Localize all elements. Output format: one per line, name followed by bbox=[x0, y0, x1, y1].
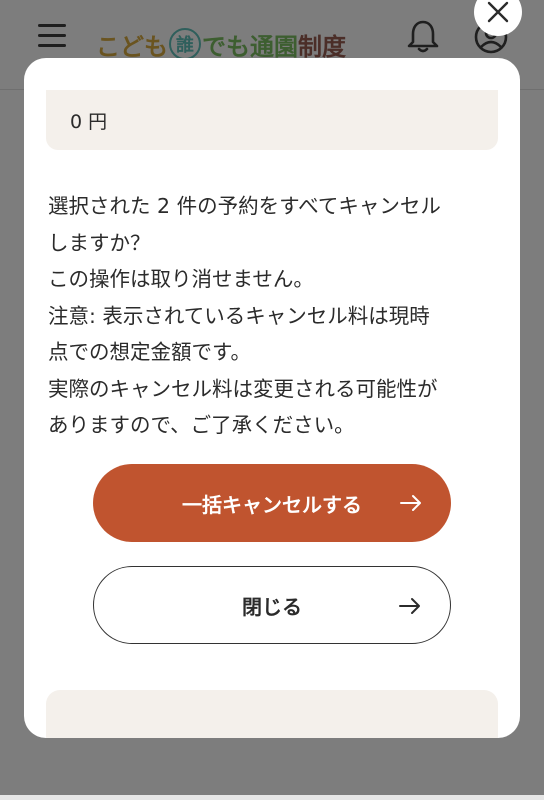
cancel-fee-value: 0 円 bbox=[70, 110, 108, 133]
logo-circle-char: 誰 bbox=[169, 28, 201, 60]
arrow-right-icon bbox=[400, 495, 421, 511]
close-icon bbox=[487, 1, 509, 23]
confirm-message: 選択された 2 件の予約をすべてキャンセル しますか？ この操作は取り消せません… bbox=[48, 188, 498, 444]
message-line: 注意: 表示されているキャンセル料は現時 bbox=[48, 303, 430, 328]
message-line: この操作は取り消せません。 bbox=[48, 267, 314, 291]
message-line: 点での想定金額です。 bbox=[48, 340, 251, 364]
close-dialog-button[interactable]: 閉じる bbox=[93, 566, 451, 644]
bulk-cancel-label: 一括キャンセルする bbox=[182, 492, 362, 517]
page-bottom-strip bbox=[0, 795, 544, 800]
message-line: ありますので、ご了承ください。 bbox=[48, 413, 355, 437]
logo-text-2: でも通園 bbox=[202, 32, 298, 61]
message-line: 選択された 2 件の予約をすべてキャンセル bbox=[48, 194, 441, 218]
reservation-card bbox=[46, 690, 498, 738]
bulk-cancel-button[interactable]: 一括キャンセルする bbox=[93, 464, 451, 542]
logo-text-1: こども bbox=[96, 32, 168, 61]
arrow-right-icon bbox=[399, 598, 420, 614]
cancel-confirm-modal: 0 円 選択された 2 件の予約をすべてキャンセル しますか？ この操作は取り消… bbox=[24, 58, 520, 738]
logo-text-3: 制度 bbox=[298, 32, 346, 61]
message-line: しますか？ bbox=[48, 230, 151, 255]
message-line: 実際のキャンセル料は変更される可能性が bbox=[48, 376, 438, 401]
bell-icon[interactable] bbox=[406, 18, 440, 54]
site-logo[interactable]: こども 誰 でも通園 制度 bbox=[96, 26, 346, 62]
close-dialog-label: 閉じる bbox=[242, 594, 302, 619]
cancel-fee-box: 0 円 bbox=[46, 90, 498, 150]
hamburger-menu-icon[interactable] bbox=[38, 24, 66, 47]
